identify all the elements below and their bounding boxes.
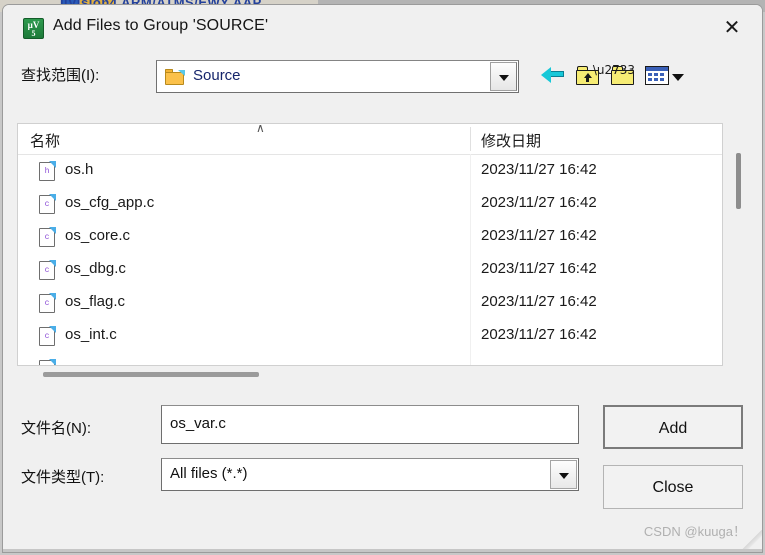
add-button[interactable]: Add xyxy=(603,405,743,449)
watermark: CSDN @kuuga！ xyxy=(643,524,746,539)
file-icon: c xyxy=(39,194,56,214)
file-icon: c xyxy=(39,227,56,247)
file-name: os_dbg.c xyxy=(65,260,126,277)
column-divider xyxy=(470,127,471,151)
file-name: os_cfg_app.c xyxy=(65,194,155,211)
look-in-label: 查找范围(I): xyxy=(21,67,100,84)
uvision-icon: µV 5 xyxy=(23,18,44,39)
table-row[interactable]: h os.h 2023/11/27 16:42 xyxy=(18,157,722,188)
folder-icon xyxy=(165,69,185,85)
view-list-icon[interactable] xyxy=(641,60,671,90)
file-date: 2023/11/27 16:42 xyxy=(481,194,597,211)
chevron-down-icon[interactable] xyxy=(490,62,517,91)
table-row[interactable]: c os_cfg_app.c 2023/11/27 16:42 xyxy=(18,190,722,221)
file-date: 2023/11/27 16:42 xyxy=(481,161,597,178)
file-name: os_int.c xyxy=(65,326,117,343)
file-icon: c xyxy=(39,293,56,313)
file-icon: c xyxy=(39,260,56,280)
close-icon[interactable]: ✕ xyxy=(710,10,754,44)
chevron-down-icon[interactable] xyxy=(550,460,577,489)
uvision-icon-glyph-bottom: 5 xyxy=(31,29,36,38)
column-header-name[interactable]: 名称 xyxy=(30,130,60,151)
horizontal-scrollbar-thumb[interactable] xyxy=(43,372,259,377)
file-list[interactable]: 名称 ∧ 修改日期 h os.h 2023/11/27 16:42 c os_c… xyxy=(17,123,723,366)
file-icon-letter: c xyxy=(44,200,50,209)
file-name: os_core.c xyxy=(65,227,131,244)
table-row[interactable]: c xyxy=(18,355,722,366)
dialog-titlebar: µV 5 Add Files to Group 'SOURCE' ✕ xyxy=(3,5,762,51)
column-header-date[interactable]: 修改日期 xyxy=(481,130,541,151)
file-icon: c xyxy=(39,359,56,366)
table-row[interactable]: c os_flag.c 2023/11/27 16:42 xyxy=(18,289,722,320)
dialog-bottom-edge xyxy=(3,549,762,552)
look-in-combobox[interactable]: Source xyxy=(156,60,519,93)
file-icon-letter: c xyxy=(44,266,50,275)
file-icon-letter: c xyxy=(40,365,54,366)
table-row[interactable]: c os_int.c 2023/11/27 16:42 xyxy=(18,322,722,353)
file-icon-letter: c xyxy=(44,332,50,341)
file-list-header: 名称 ∧ 修改日期 xyxy=(18,124,722,155)
file-date: 2023/11/27 16:42 xyxy=(481,326,597,343)
table-row[interactable]: c os_core.c 2023/11/27 16:42 xyxy=(18,223,722,254)
new-folder-icon[interactable]: \u2733 xyxy=(593,60,637,90)
close-button[interactable]: Close xyxy=(603,465,743,509)
file-icon-letter: c xyxy=(44,233,50,242)
filetype-label: 文件类型(T): xyxy=(21,469,105,486)
file-icon: c xyxy=(39,326,56,346)
file-date: 2023/11/27 16:42 xyxy=(481,227,597,244)
file-date: 2023/11/27 16:42 xyxy=(481,293,597,310)
filename-input[interactable]: os_var.c xyxy=(161,405,579,444)
file-icon-letter: h xyxy=(44,167,50,176)
filename-label: 文件名(N): xyxy=(21,420,91,437)
look-in-value: Source xyxy=(193,67,241,84)
dialog-title: Add Files to Group 'SOURCE' xyxy=(53,17,269,34)
file-name: os_flag.c xyxy=(65,293,126,310)
sort-ascending-icon: ∧ xyxy=(256,123,265,135)
file-icon-letter: c xyxy=(44,299,50,308)
filetype-value: All files (*.*) xyxy=(170,465,248,482)
vertical-scrollbar-thumb[interactable] xyxy=(736,153,741,209)
view-dropdown-icon[interactable] xyxy=(670,71,686,83)
file-icon: h xyxy=(39,161,56,181)
filename-value: os_var.c xyxy=(170,415,226,432)
file-date: 2023/11/27 16:42 xyxy=(481,260,597,277)
back-icon[interactable] xyxy=(538,60,568,90)
filetype-combobox[interactable]: All files (*.*) xyxy=(161,458,579,491)
file-name: os.h xyxy=(65,161,94,178)
add-files-dialog: µV 5 Add Files to Group 'SOURCE' ✕ 查找范围(… xyxy=(2,4,763,553)
table-row[interactable]: c os_dbg.c 2023/11/27 16:42 xyxy=(18,256,722,287)
